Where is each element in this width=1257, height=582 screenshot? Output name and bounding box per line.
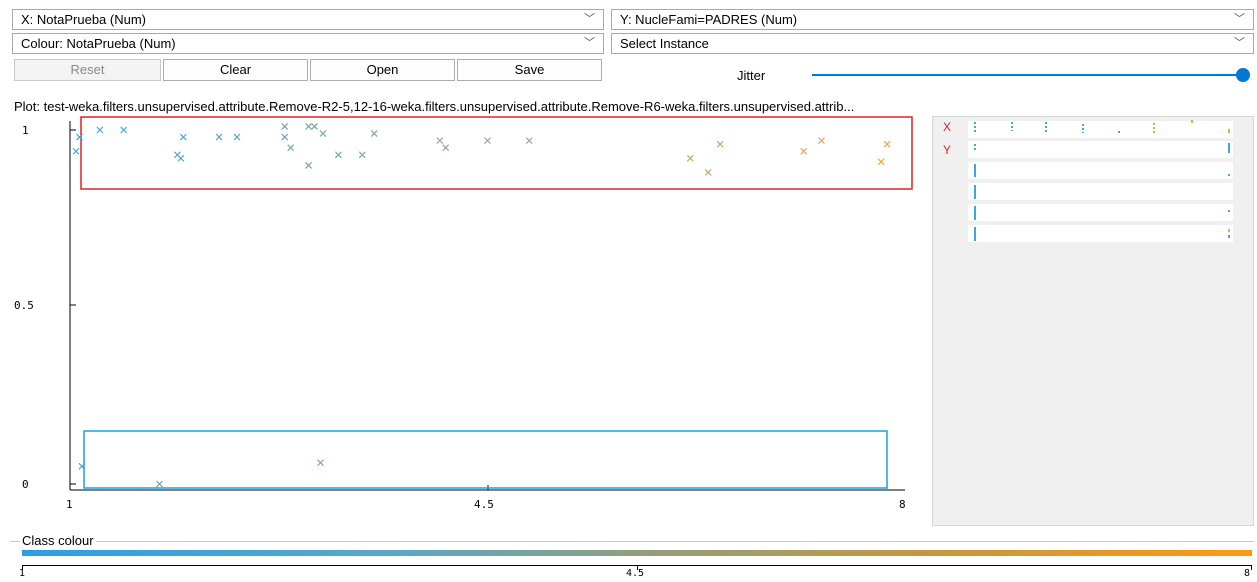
colour-attribute-value: Colour: NotaPrueba (Num) bbox=[21, 36, 176, 51]
colour-attribute-select[interactable]: Colour: NotaPrueba (Num) ﹀ bbox=[12, 33, 604, 54]
matrix-row[interactable] bbox=[968, 162, 1233, 179]
reset-button[interactable]: Reset bbox=[14, 59, 161, 81]
y-tick-label-1: 1 bbox=[22, 124, 29, 137]
y-tick-label-0.5: 0.5 bbox=[14, 299, 34, 312]
y-tick-label-0: 0 bbox=[22, 478, 29, 491]
matrix-row[interactable] bbox=[968, 141, 1233, 158]
plot-background[interactable] bbox=[0, 115, 930, 527]
class-colour-tick-label: 4.5 bbox=[626, 568, 645, 579]
save-button[interactable]: Save bbox=[457, 59, 602, 81]
matrix-row[interactable] bbox=[968, 204, 1233, 221]
open-button[interactable]: Open bbox=[310, 59, 455, 81]
matrix-row[interactable] bbox=[968, 183, 1233, 200]
y-attribute-value: Y: NucleFami=PADRES (Num) bbox=[620, 12, 798, 27]
class-colour-gradient bbox=[22, 550, 1252, 556]
class-colour-label: Class colour bbox=[20, 533, 96, 548]
x-tick-label-1: 1 bbox=[66, 498, 73, 511]
jitter-label: Jitter bbox=[737, 68, 766, 83]
attribute-matrix[interactable]: X Y bbox=[933, 117, 1253, 525]
x-marker-label: X bbox=[943, 120, 951, 134]
chevron-down-icon: ﹀ bbox=[584, 13, 595, 25]
scatter-plot[interactable]: 1 0.5 0 1 4.5 8 bbox=[0, 115, 930, 527]
class-colour-tick-label: 1 bbox=[19, 568, 26, 579]
class-colour-tick-label: 8 bbox=[1244, 568, 1251, 579]
chevron-down-icon: ﹀ bbox=[1234, 13, 1245, 25]
plot-title: Plot: test-weka.filters.unsupervised.att… bbox=[14, 99, 855, 114]
class-colour-tick bbox=[1251, 565, 1252, 570]
jitter-slider-track[interactable] bbox=[812, 74, 1240, 76]
x-attribute-select[interactable]: X: NotaPrueba (Num) ﹀ bbox=[12, 9, 604, 30]
x-tick-label-8: 8 bbox=[899, 498, 906, 511]
matrix-row[interactable] bbox=[968, 121, 1233, 138]
y-marker-label: Y bbox=[943, 143, 951, 157]
chevron-down-icon: ﹀ bbox=[584, 37, 595, 49]
x-tick-label-4.5: 4.5 bbox=[474, 498, 494, 511]
clear-button[interactable]: Clear bbox=[163, 59, 308, 81]
attribute-matrix-panel[interactable]: X Y bbox=[932, 116, 1254, 526]
instance-select-value: Select Instance bbox=[620, 36, 709, 51]
x-attribute-value: X: NotaPrueba (Num) bbox=[21, 12, 146, 27]
y-attribute-select[interactable]: Y: NucleFami=PADRES (Num) ﹀ bbox=[611, 9, 1254, 30]
instance-select[interactable]: Select Instance ﹀ bbox=[611, 33, 1254, 54]
jitter-slider-handle[interactable] bbox=[1236, 68, 1250, 82]
chevron-down-icon: ﹀ bbox=[1234, 37, 1245, 49]
matrix-row[interactable] bbox=[968, 225, 1233, 242]
